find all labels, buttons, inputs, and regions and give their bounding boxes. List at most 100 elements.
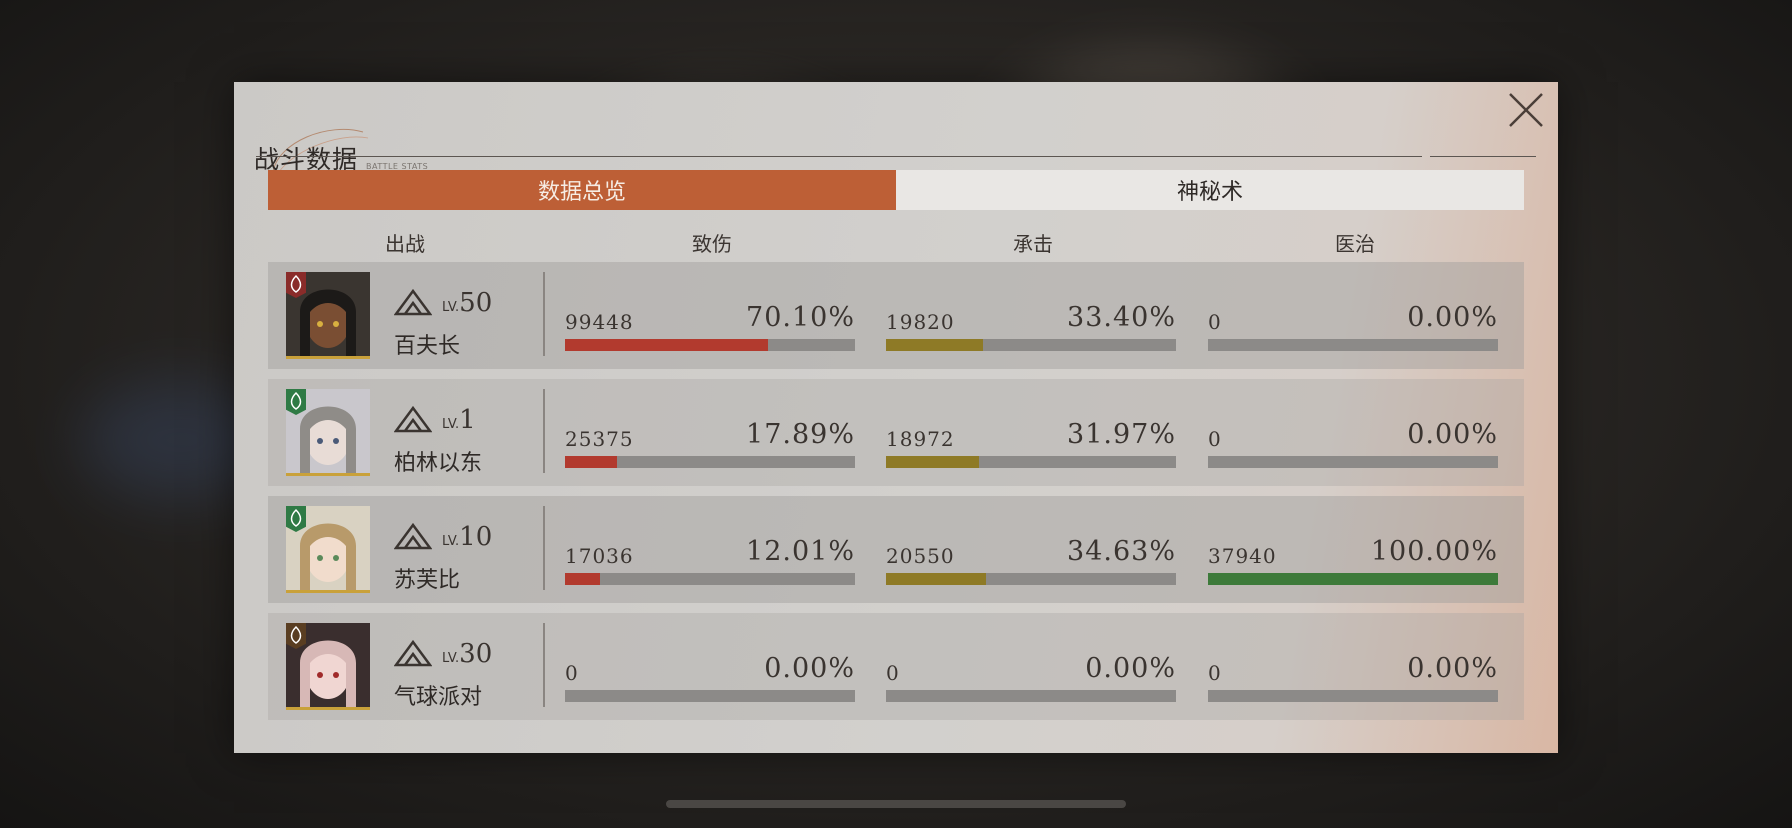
taken-value: 18972: [886, 427, 955, 451]
character-level: LV.50: [442, 288, 492, 318]
damage-bar: [565, 456, 855, 468]
damage-percent: 17.89%: [746, 419, 855, 450]
character-name: 气球派对: [394, 685, 483, 710]
heal-stat: 0 0.00%: [1208, 613, 1498, 720]
damage-value: 99448: [565, 310, 634, 334]
taken-percent: 0.00%: [1085, 653, 1176, 684]
taken-percent: 33.40%: [1067, 302, 1176, 333]
taken-bar: [886, 456, 1176, 468]
character-row: LV.50 百夫长 99448 70.10% 19820 33.40% 0 0.…: [268, 262, 1524, 369]
heal-percent: 0.00%: [1407, 653, 1498, 684]
afflatus-badge: [286, 623, 306, 649]
home-indicator[interactable]: [666, 800, 1126, 808]
level-number: 30: [459, 639, 493, 669]
leaf-badge-icon: [290, 508, 302, 527]
damage-value: 0: [565, 661, 579, 685]
character-name: 柏林以东: [394, 451, 483, 476]
row-divider: [543, 623, 545, 707]
level-number: 50: [459, 288, 493, 318]
tab-overview[interactable]: 数据总览: [268, 170, 896, 210]
taken-bar-fill: [886, 339, 983, 351]
damage-bar-fill: [565, 339, 769, 351]
taken-percent: 31.97%: [1067, 419, 1176, 450]
heal-value: 0: [1208, 310, 1222, 334]
level-prefix: LV.: [442, 300, 460, 315]
character-name: 百夫长: [394, 334, 461, 359]
battle-stats-dialog: 战斗数据 BATTLE STATS 数据总览 神秘术 出战 致伤 承击 医治 L…: [234, 82, 1558, 753]
taken-bar-fill: [886, 573, 987, 585]
afflatus-badge: [286, 506, 306, 532]
close-button[interactable]: [1506, 90, 1546, 130]
damage-bar-fill: [565, 456, 617, 468]
stats-list: LV.50 百夫长 99448 70.10% 19820 33.40% 0 0.…: [268, 262, 1524, 730]
damage-bar: [565, 573, 855, 585]
damage-stat: 17036 12.01%: [565, 496, 855, 603]
taken-value: 0: [886, 661, 900, 685]
damage-percent: 12.01%: [746, 536, 855, 567]
header-damage: 致伤: [692, 232, 732, 256]
insight-rank-icon: [394, 522, 432, 550]
insight-rank-icon: [394, 288, 432, 316]
damage-percent: 0.00%: [764, 653, 855, 684]
character-row: LV.10 苏芙比 17036 12.01% 20550 34.63% 3794…: [268, 496, 1524, 603]
heal-bar: [1208, 690, 1498, 702]
character-avatar: [286, 272, 370, 359]
heal-percent: 0.00%: [1407, 419, 1498, 450]
taken-stat: 18972 31.97%: [886, 379, 1176, 486]
character-row: LV.30 气球派对 0 0.00% 0 0.00% 0 0.00%: [268, 613, 1524, 720]
heal-value: 0: [1208, 427, 1222, 451]
heal-bar: [1208, 456, 1498, 468]
row-divider: [543, 272, 545, 356]
tower-badge-icon: [290, 625, 302, 644]
taken-bar-fill: [886, 456, 979, 468]
heal-stat: 0 0.00%: [1208, 379, 1498, 486]
afflatus-badge: [286, 389, 306, 415]
claw-badge-icon: [290, 274, 302, 293]
afflatus-badge: [286, 272, 306, 298]
character-level: LV.10: [442, 522, 492, 552]
taken-bar: [886, 573, 1176, 585]
heal-bar: [1208, 573, 1498, 585]
damage-percent: 70.10%: [746, 302, 855, 333]
character-row: LV.1 柏林以东 25375 17.89% 18972 31.97% 0 0.…: [268, 379, 1524, 486]
header-taken: 承击: [1013, 232, 1053, 256]
level-prefix: LV.: [442, 651, 460, 666]
taken-value: 19820: [886, 310, 955, 334]
tab-arcana[interactable]: 神秘术: [896, 170, 1524, 210]
header-divider: [1380, 156, 1422, 157]
character-avatar: [286, 506, 370, 593]
close-icon: [1509, 93, 1543, 127]
heal-value: 0: [1208, 661, 1222, 685]
heal-value: 37940: [1208, 544, 1277, 568]
taken-stat: 0 0.00%: [886, 613, 1176, 720]
row-divider: [543, 506, 545, 590]
heal-percent: 0.00%: [1407, 302, 1498, 333]
damage-stat: 0 0.00%: [565, 613, 855, 720]
damage-bar: [565, 690, 855, 702]
header-divider: [1430, 156, 1536, 157]
insight-rank-icon: [394, 639, 432, 667]
character-level: LV.30: [442, 639, 492, 669]
insight-rank-icon: [394, 405, 432, 433]
taken-bar: [886, 339, 1176, 351]
level-prefix: LV.: [442, 417, 460, 432]
level-prefix: LV.: [442, 534, 460, 549]
header-heal: 医治: [1335, 232, 1375, 256]
damage-stat: 25375 17.89%: [565, 379, 855, 486]
damage-value: 25375: [565, 427, 634, 451]
header-deploy: 出战: [385, 232, 425, 256]
taken-stat: 19820 33.40%: [886, 262, 1176, 369]
taken-percent: 34.63%: [1067, 536, 1176, 567]
level-number: 10: [459, 522, 493, 552]
heal-stat: 0 0.00%: [1208, 262, 1498, 369]
heal-bar-fill: [1208, 573, 1498, 585]
header-divider: [256, 156, 1396, 157]
character-avatar: [286, 623, 370, 710]
character-avatar: [286, 389, 370, 476]
taken-value: 20550: [886, 544, 955, 568]
damage-bar-fill: [565, 573, 600, 585]
heal-bar: [1208, 339, 1498, 351]
column-headers: 出战 致伤 承击 医治: [268, 228, 1524, 258]
damage-stat: 99448 70.10%: [565, 262, 855, 369]
taken-bar: [886, 690, 1176, 702]
